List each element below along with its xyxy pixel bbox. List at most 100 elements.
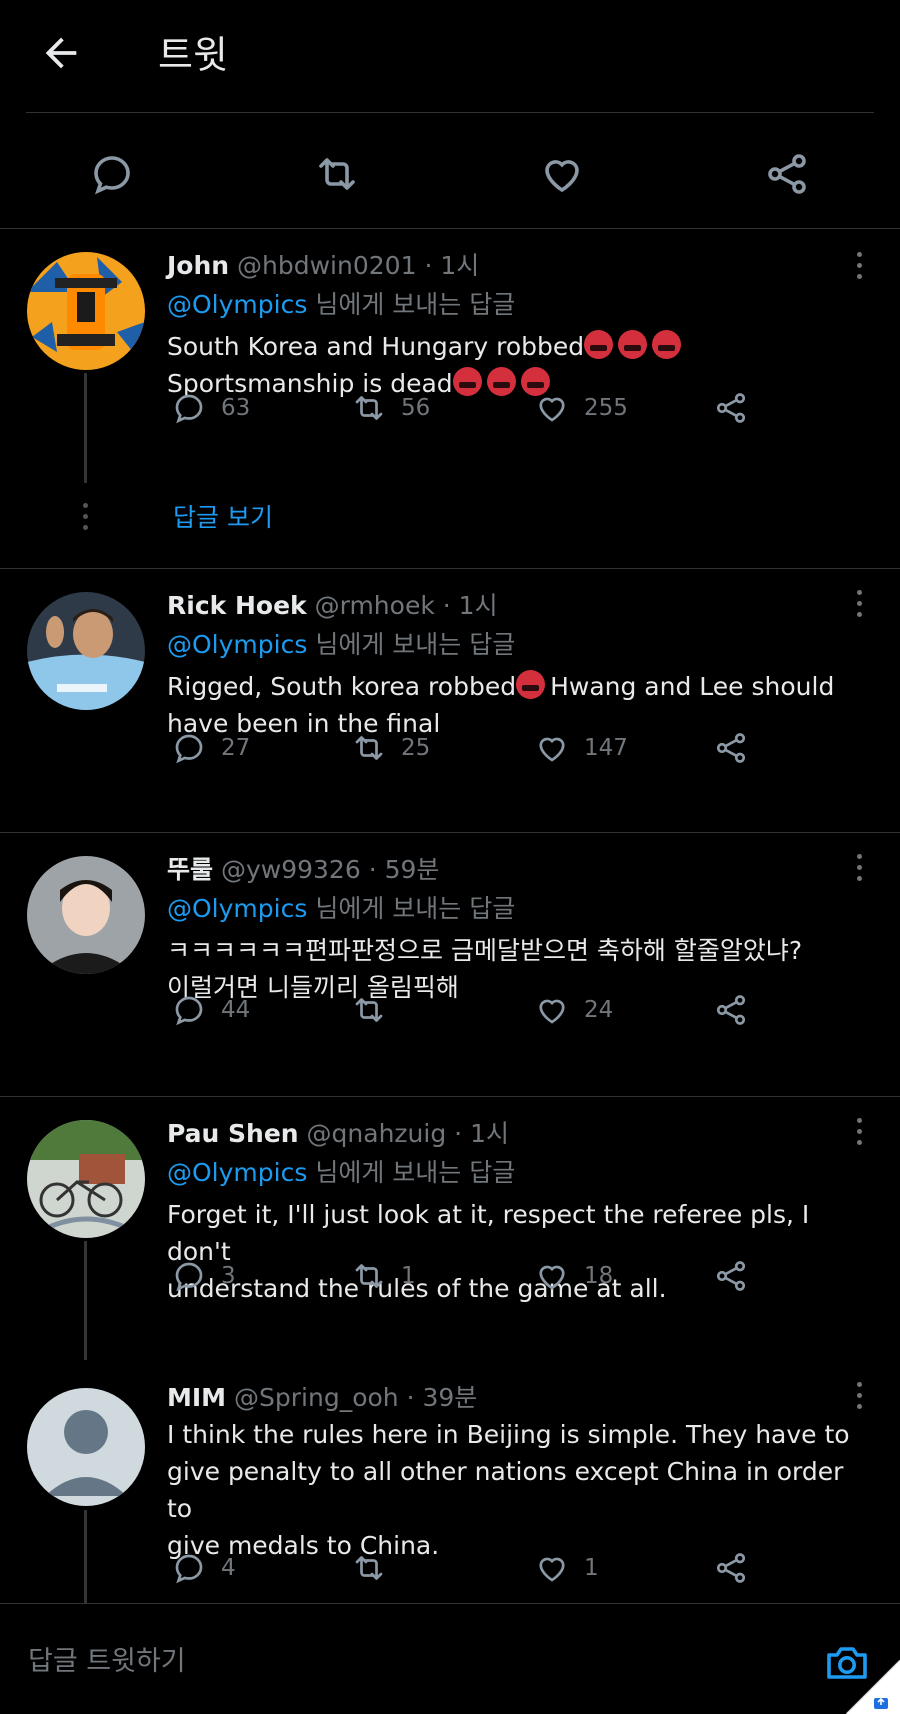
retweet-icon[interactable] <box>313 150 361 198</box>
mention-link[interactable]: @Olympics <box>167 894 307 923</box>
avatar[interactable] <box>27 252 145 370</box>
display-name[interactable]: Pau Shen <box>167 1119 299 1148</box>
like-count-value: 1 <box>584 1555 599 1581</box>
reply-tweet[interactable]: MIM @Spring_ooh · 39분 I think the rules … <box>0 1360 900 1603</box>
reply-input[interactable]: 답글 트윗하기 <box>28 1639 186 1678</box>
reply-count[interactable]: 4 <box>171 1548 236 1588</box>
retweet-count[interactable] <box>351 1548 401 1588</box>
reply-tweet[interactable]: Rick Hoek @rmhoek · 1시 @Olympics 님에게 보내는… <box>0 568 900 832</box>
user-handle[interactable]: @Spring_ooh <box>234 1383 399 1412</box>
retweet-count-value: 25 <box>401 735 431 761</box>
retweet-icon <box>355 1556 383 1580</box>
tweet-stats: 63 56 255 <box>167 388 787 428</box>
like-count[interactable]: 18 <box>534 1256 613 1296</box>
angry-emoji-icon <box>618 330 648 359</box>
like-count[interactable]: 1 <box>534 1548 599 1588</box>
reply-count[interactable]: 3 <box>171 1256 236 1296</box>
share-icon <box>716 1553 746 1583</box>
retweet-count[interactable]: 25 <box>351 728 430 768</box>
share-button[interactable] <box>713 728 749 768</box>
user-handle[interactable]: @hbdwin0201 <box>237 251 416 280</box>
user-handle[interactable]: @qnahzuig <box>307 1119 447 1148</box>
more-options-icon[interactable] <box>854 1118 864 1151</box>
reply-suffix: 님에게 보내는 답글 <box>315 290 516 319</box>
reply-tweet[interactable]: John @hbdwin0201 · 1시 @Olympics 님에게 보내는 … <box>0 228 900 568</box>
retweet-count-value: 1 <box>401 1263 416 1289</box>
like-icon <box>539 999 565 1024</box>
replying-to: @Olympics 님에게 보내는 답글 <box>167 629 870 661</box>
display-name[interactable]: 뚜룰 <box>167 855 213 884</box>
text-line: give penalty to all other nations except… <box>167 1457 844 1523</box>
like-icon <box>539 1265 565 1290</box>
avatar[interactable] <box>27 1388 145 1506</box>
user-handle[interactable]: @yw99326 <box>221 855 361 884</box>
share-button[interactable] <box>713 1256 749 1296</box>
text-line: I think the rules here in Beijing is sim… <box>167 1420 850 1449</box>
like-count-value: 18 <box>584 1263 614 1289</box>
tweet-meta: Pau Shen @qnahzuig · 1시 <box>167 1118 870 1150</box>
share-button[interactable] <box>713 388 749 428</box>
reply-suffix: 님에게 보내는 답글 <box>315 630 516 659</box>
divider <box>26 112 874 113</box>
main-tweet-actions <box>0 132 900 216</box>
reply-count[interactable]: 63 <box>171 388 250 428</box>
angry-emoji-icon <box>516 670 546 699</box>
reply-icon <box>175 1262 203 1292</box>
timestamp: · 1시 <box>442 591 498 620</box>
text-line: Hwang and Lee should <box>550 672 835 701</box>
text-line: ㅋㅋㅋㅋㅋㅋ편파판정으로 금메달받으면 축하해 할줄알았냐? <box>167 936 803 965</box>
display-name[interactable]: MIM <box>167 1383 226 1412</box>
timestamp: · 39분 <box>406 1383 478 1412</box>
more-options-icon[interactable] <box>854 1382 864 1415</box>
replying-to: @Olympics 님에게 보내는 답글 <box>167 289 870 321</box>
tweet-body: MIM @Spring_ooh · 39분 I think the rules … <box>167 1382 870 1564</box>
reply-suffix: 님에게 보내는 답글 <box>315 1158 516 1187</box>
like-count[interactable]: 255 <box>534 388 628 428</box>
back-arrow-icon[interactable] <box>38 30 84 76</box>
reply-compose-bar[interactable]: 답글 트윗하기 <box>0 1603 900 1714</box>
timestamp: · 1시 <box>424 251 480 280</box>
share-icon <box>716 1261 746 1291</box>
reply-icon <box>175 734 203 764</box>
reply-count[interactable]: 44 <box>171 990 250 1030</box>
display-name[interactable]: Rick Hoek <box>167 591 307 620</box>
tweet-meta: John @hbdwin0201 · 1시 <box>167 250 870 282</box>
share-icon <box>716 995 746 1025</box>
reply-icon[interactable] <box>88 150 136 198</box>
tweet-body: John @hbdwin0201 · 1시 @Olympics 님에게 보내는 … <box>167 250 870 402</box>
retweet-icon <box>355 396 383 420</box>
more-options-icon[interactable] <box>854 590 864 623</box>
tweet-meta: MIM @Spring_ooh · 39분 <box>167 1382 870 1414</box>
reply-count[interactable]: 27 <box>171 728 250 768</box>
like-icon <box>539 397 565 422</box>
like-icon[interactable] <box>538 150 586 198</box>
reply-tweet[interactable]: Pau Shen @qnahzuig · 1시 @Olympics 님에게 보내… <box>0 1096 900 1360</box>
avatar[interactable] <box>27 592 145 710</box>
share-icon[interactable] <box>763 150 811 198</box>
view-replies-link[interactable]: 답글 보기 <box>173 498 273 534</box>
more-options-icon[interactable] <box>854 854 864 887</box>
user-handle[interactable]: @rmhoek <box>315 591 435 620</box>
more-options-icon[interactable] <box>854 252 864 285</box>
retweet-count[interactable] <box>351 990 401 1030</box>
retweet-count-value: 56 <box>401 395 431 421</box>
like-count[interactable]: 24 <box>534 990 613 1030</box>
reply-tweet[interactable]: 뚜룰 @yw99326 · 59분 @Olympics 님에게 보내는 답글 ㅋ… <box>0 832 900 1096</box>
display-name[interactable]: John <box>167 251 229 280</box>
reply-count-value: 63 <box>221 395 251 421</box>
thread-line <box>84 1241 87 1360</box>
share-icon <box>716 733 746 763</box>
retweet-count[interactable]: 56 <box>351 388 430 428</box>
thread-line <box>84 1510 87 1603</box>
tweet-body: 뚜룰 @yw99326 · 59분 @Olympics 님에게 보내는 답글 ㅋ… <box>167 854 870 1006</box>
avatar[interactable] <box>27 1120 145 1238</box>
mention-link[interactable]: @Olympics <box>167 1158 307 1187</box>
thread-line <box>84 373 87 483</box>
share-button[interactable] <box>713 990 749 1030</box>
avatar[interactable] <box>27 856 145 974</box>
share-button[interactable] <box>713 1548 749 1588</box>
like-count[interactable]: 147 <box>534 728 628 768</box>
mention-link[interactable]: @Olympics <box>167 290 307 319</box>
mention-link[interactable]: @Olympics <box>167 630 307 659</box>
retweet-count[interactable]: 1 <box>351 1256 416 1296</box>
